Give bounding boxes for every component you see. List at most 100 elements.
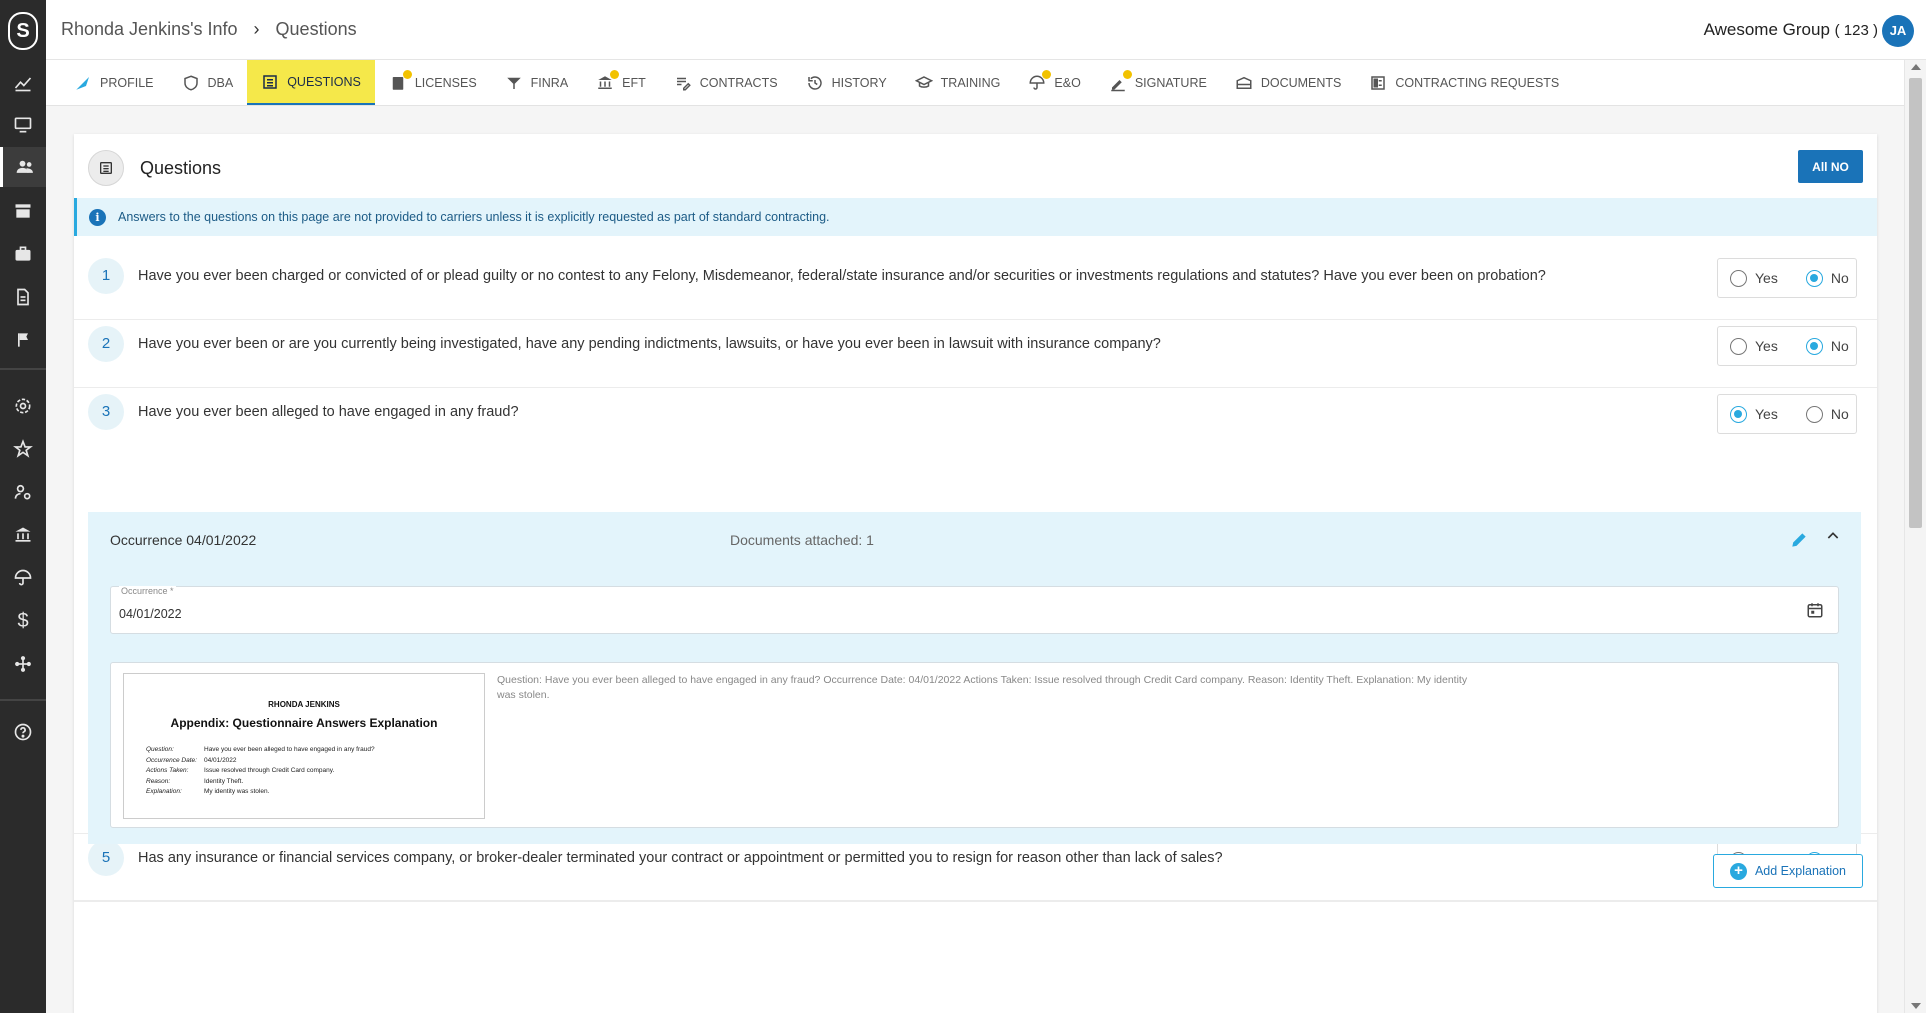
umbrella-icon[interactable] bbox=[0, 558, 46, 598]
analytics-icon[interactable] bbox=[0, 63, 46, 103]
document-row: Reason: Identity Theft. bbox=[146, 778, 375, 789]
info-notice: i Answers to the questions on this page … bbox=[74, 198, 1877, 236]
tab-label: LICENSES bbox=[414, 75, 477, 90]
tab-label: DBA bbox=[207, 75, 234, 90]
group-selector[interactable]: Awesome Group ( 123 ) bbox=[1704, 20, 1878, 40]
scroll-thumb[interactable] bbox=[1909, 78, 1922, 528]
tab-contracts[interactable]: CONTRACTS bbox=[660, 60, 792, 105]
question-text: Have you ever been charged or convicted … bbox=[138, 268, 1546, 284]
add-explanation-button[interactable]: + Add Explanation bbox=[1713, 854, 1863, 888]
tab-documents[interactable]: DOCUMENTS bbox=[1221, 60, 1356, 105]
tab-dba[interactable]: DBA bbox=[168, 60, 248, 105]
breadcrumb: Rhonda Jenkins's Info › Questions bbox=[61, 19, 357, 40]
bank-icon[interactable] bbox=[0, 515, 46, 555]
breadcrumb-current: Questions bbox=[275, 19, 357, 39]
list-icon bbox=[261, 73, 279, 91]
yes-radio[interactable] bbox=[1730, 269, 1747, 287]
chevron-up-icon[interactable] bbox=[1825, 528, 1841, 544]
settings-icon[interactable] bbox=[0, 386, 46, 426]
edit-icon[interactable] bbox=[1789, 530, 1809, 550]
occurrence-field-label: Occurrence * bbox=[119, 586, 176, 596]
tab-label: HISTORY bbox=[831, 75, 887, 90]
tab-label: CONTRACTS bbox=[699, 75, 778, 90]
tab-questions[interactable]: QUESTIONS bbox=[247, 60, 375, 105]
requests-icon bbox=[1369, 74, 1387, 92]
documents-attached: Documents attached: 1 bbox=[730, 532, 874, 548]
tab-label: SIGNATURE bbox=[1134, 75, 1207, 90]
star-icon[interactable] bbox=[0, 429, 46, 469]
tab-eft[interactable]: EFT bbox=[582, 60, 660, 105]
scroll-down-icon[interactable] bbox=[1911, 1003, 1921, 1009]
tab-signature[interactable]: SIGNATURE bbox=[1095, 60, 1221, 105]
document-row: Occurrence Date: 04/01/2022 bbox=[146, 757, 375, 768]
yes-radio[interactable] bbox=[1730, 405, 1747, 423]
document-row-key: Question: bbox=[146, 746, 174, 753]
document-row-key: Explanation: bbox=[146, 788, 182, 795]
people-icon[interactable] bbox=[0, 147, 46, 187]
card-title: Questions bbox=[140, 158, 222, 178]
flag-icon[interactable] bbox=[0, 320, 46, 360]
tab-profile[interactable]: PROFILE bbox=[60, 60, 168, 105]
document-row-key: Reason: bbox=[146, 777, 171, 785]
store-icon[interactable] bbox=[0, 191, 46, 231]
calendar-icon[interactable] bbox=[1806, 601, 1824, 619]
breadcrumb-root[interactable]: Rhonda Jenkins's Info bbox=[61, 19, 238, 40]
tab-label: FINRA bbox=[530, 75, 569, 90]
yes-no-toggle: Yes No bbox=[1717, 394, 1857, 434]
tab-history[interactable]: HISTORY bbox=[792, 60, 901, 105]
tab-label: PROFILE bbox=[100, 75, 154, 90]
user-settings-icon[interactable] bbox=[0, 472, 46, 512]
tab-label: QUESTIONS bbox=[287, 74, 361, 89]
document-row-value: Have you ever been alleged to have engag… bbox=[204, 746, 375, 753]
plus-icon: + bbox=[1729, 862, 1747, 880]
document-row-key: Actions Taken: bbox=[146, 767, 189, 774]
question-number: 2 bbox=[88, 326, 124, 362]
document-icon bbox=[1235, 74, 1253, 92]
tab-licenses[interactable]: LICENSES bbox=[375, 60, 491, 105]
contract-icon bbox=[674, 74, 692, 92]
document-name: RHONDA JENKINS bbox=[268, 700, 340, 709]
document-thumbnail[interactable]: RHONDA JENKINS Appendix: Questionnaire A… bbox=[123, 673, 485, 819]
tab-label: EFT bbox=[622, 75, 646, 90]
yes-radio[interactable] bbox=[1730, 337, 1747, 355]
profile-icon bbox=[74, 74, 92, 92]
notification-dot bbox=[1122, 69, 1132, 79]
occurrence-panel: Occurrence 04/01/2022 Documents attached… bbox=[88, 512, 1861, 844]
list-icon bbox=[88, 150, 124, 186]
no-radio[interactable] bbox=[1805, 337, 1823, 355]
document-description: Question: Have you ever been alleged to … bbox=[497, 674, 1468, 701]
question-number: 5 bbox=[88, 840, 124, 876]
no-label: No bbox=[1830, 338, 1849, 354]
yes-no-toggle: Yes No bbox=[1717, 326, 1857, 366]
document-row: Question: Have you ever been alleged to h… bbox=[146, 746, 375, 757]
yes-label: Yes bbox=[1755, 338, 1778, 354]
add-explanation-label: Add Explanation bbox=[1754, 864, 1847, 878]
hierarchy-icon[interactable] bbox=[0, 644, 46, 684]
briefcase-icon[interactable] bbox=[0, 234, 46, 274]
scroll-up-icon[interactable] bbox=[1911, 64, 1921, 70]
file-icon[interactable] bbox=[0, 277, 46, 317]
document-row-value: My identity was stolen. bbox=[204, 788, 270, 795]
top-header: Rhonda Jenkins's Info › Questions Awesom… bbox=[46, 0, 1926, 60]
no-radio[interactable] bbox=[1805, 269, 1823, 287]
dollar-icon[interactable]: $ bbox=[0, 601, 46, 641]
graduation-icon bbox=[914, 74, 933, 92]
app-logo[interactable]: S bbox=[8, 12, 38, 50]
tab-e-o[interactable]: E&O bbox=[1014, 60, 1094, 105]
avatar[interactable]: JA bbox=[1882, 15, 1914, 47]
help-icon[interactable] bbox=[0, 712, 46, 752]
all-no-button[interactable]: All NO bbox=[1798, 150, 1863, 183]
tab-contracting-requests[interactable]: CONTRACTING REQUESTS bbox=[1355, 60, 1573, 105]
bank-icon bbox=[596, 69, 620, 92]
occurrence-date-input[interactable] bbox=[119, 607, 1719, 621]
questions-card: Questions All NO i Answers to the questi… bbox=[74, 134, 1877, 1013]
yes-label: Yes bbox=[1755, 406, 1778, 422]
tab-finra[interactable]: FINRA bbox=[491, 60, 583, 105]
monitor-icon[interactable] bbox=[0, 105, 46, 145]
no-radio[interactable] bbox=[1805, 405, 1823, 423]
document-row-value: 04/01/2022 bbox=[204, 756, 237, 764]
scrollbar[interactable] bbox=[1904, 60, 1926, 1013]
shield-icon bbox=[182, 74, 200, 92]
question-text: Have you ever been alleged to have engag… bbox=[138, 404, 519, 420]
tab-training[interactable]: TRAINING bbox=[901, 60, 1015, 105]
